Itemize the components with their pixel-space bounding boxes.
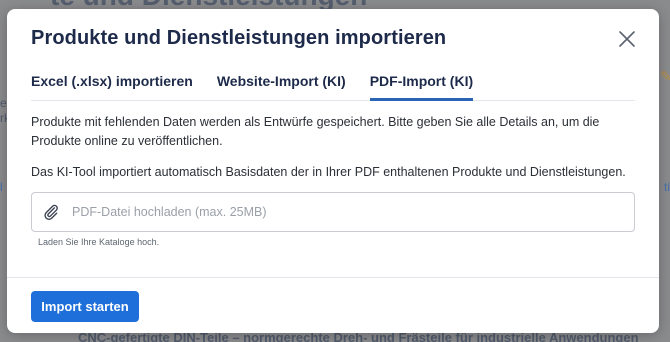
footer-divider	[7, 277, 659, 278]
import-tabs: Excel (.xlsx) importieren Website-Import…	[31, 67, 635, 101]
background-right-link: ti	[664, 180, 670, 194]
ai-tool-info-text: Das KI-Tool importiert automatisch Basis…	[31, 165, 626, 179]
draft-info-text: Produkte mit fehlenden Daten werden als …	[31, 115, 600, 148]
pdf-upload-input[interactable]: PDF-Datei hochladen (max. 25MB)	[31, 192, 635, 232]
import-dialog: Produkte und Dienstleistungen importiere…	[7, 9, 659, 333]
dialog-title: Produkte und Dienstleistungen importiere…	[31, 27, 447, 49]
background-left-link: l	[0, 180, 3, 194]
tab-pdf-import[interactable]: PDF-Import (KI)	[369, 67, 474, 101]
close-icon	[617, 29, 637, 49]
paperclip-icon	[42, 203, 60, 221]
upload-placeholder: PDF-Datei hochladen (max. 25MB)	[72, 205, 267, 219]
close-button[interactable]	[617, 29, 637, 49]
background-right-icon: ✎	[660, 68, 670, 84]
upload-helper-text: Laden Sie Ihre Kataloge hoch.	[38, 237, 160, 247]
tab-excel-import[interactable]: Excel (.xlsx) importieren	[31, 67, 193, 100]
start-import-button[interactable]: Import starten	[31, 291, 139, 322]
tab-website-import[interactable]: Website-Import (KI)	[217, 67, 346, 100]
